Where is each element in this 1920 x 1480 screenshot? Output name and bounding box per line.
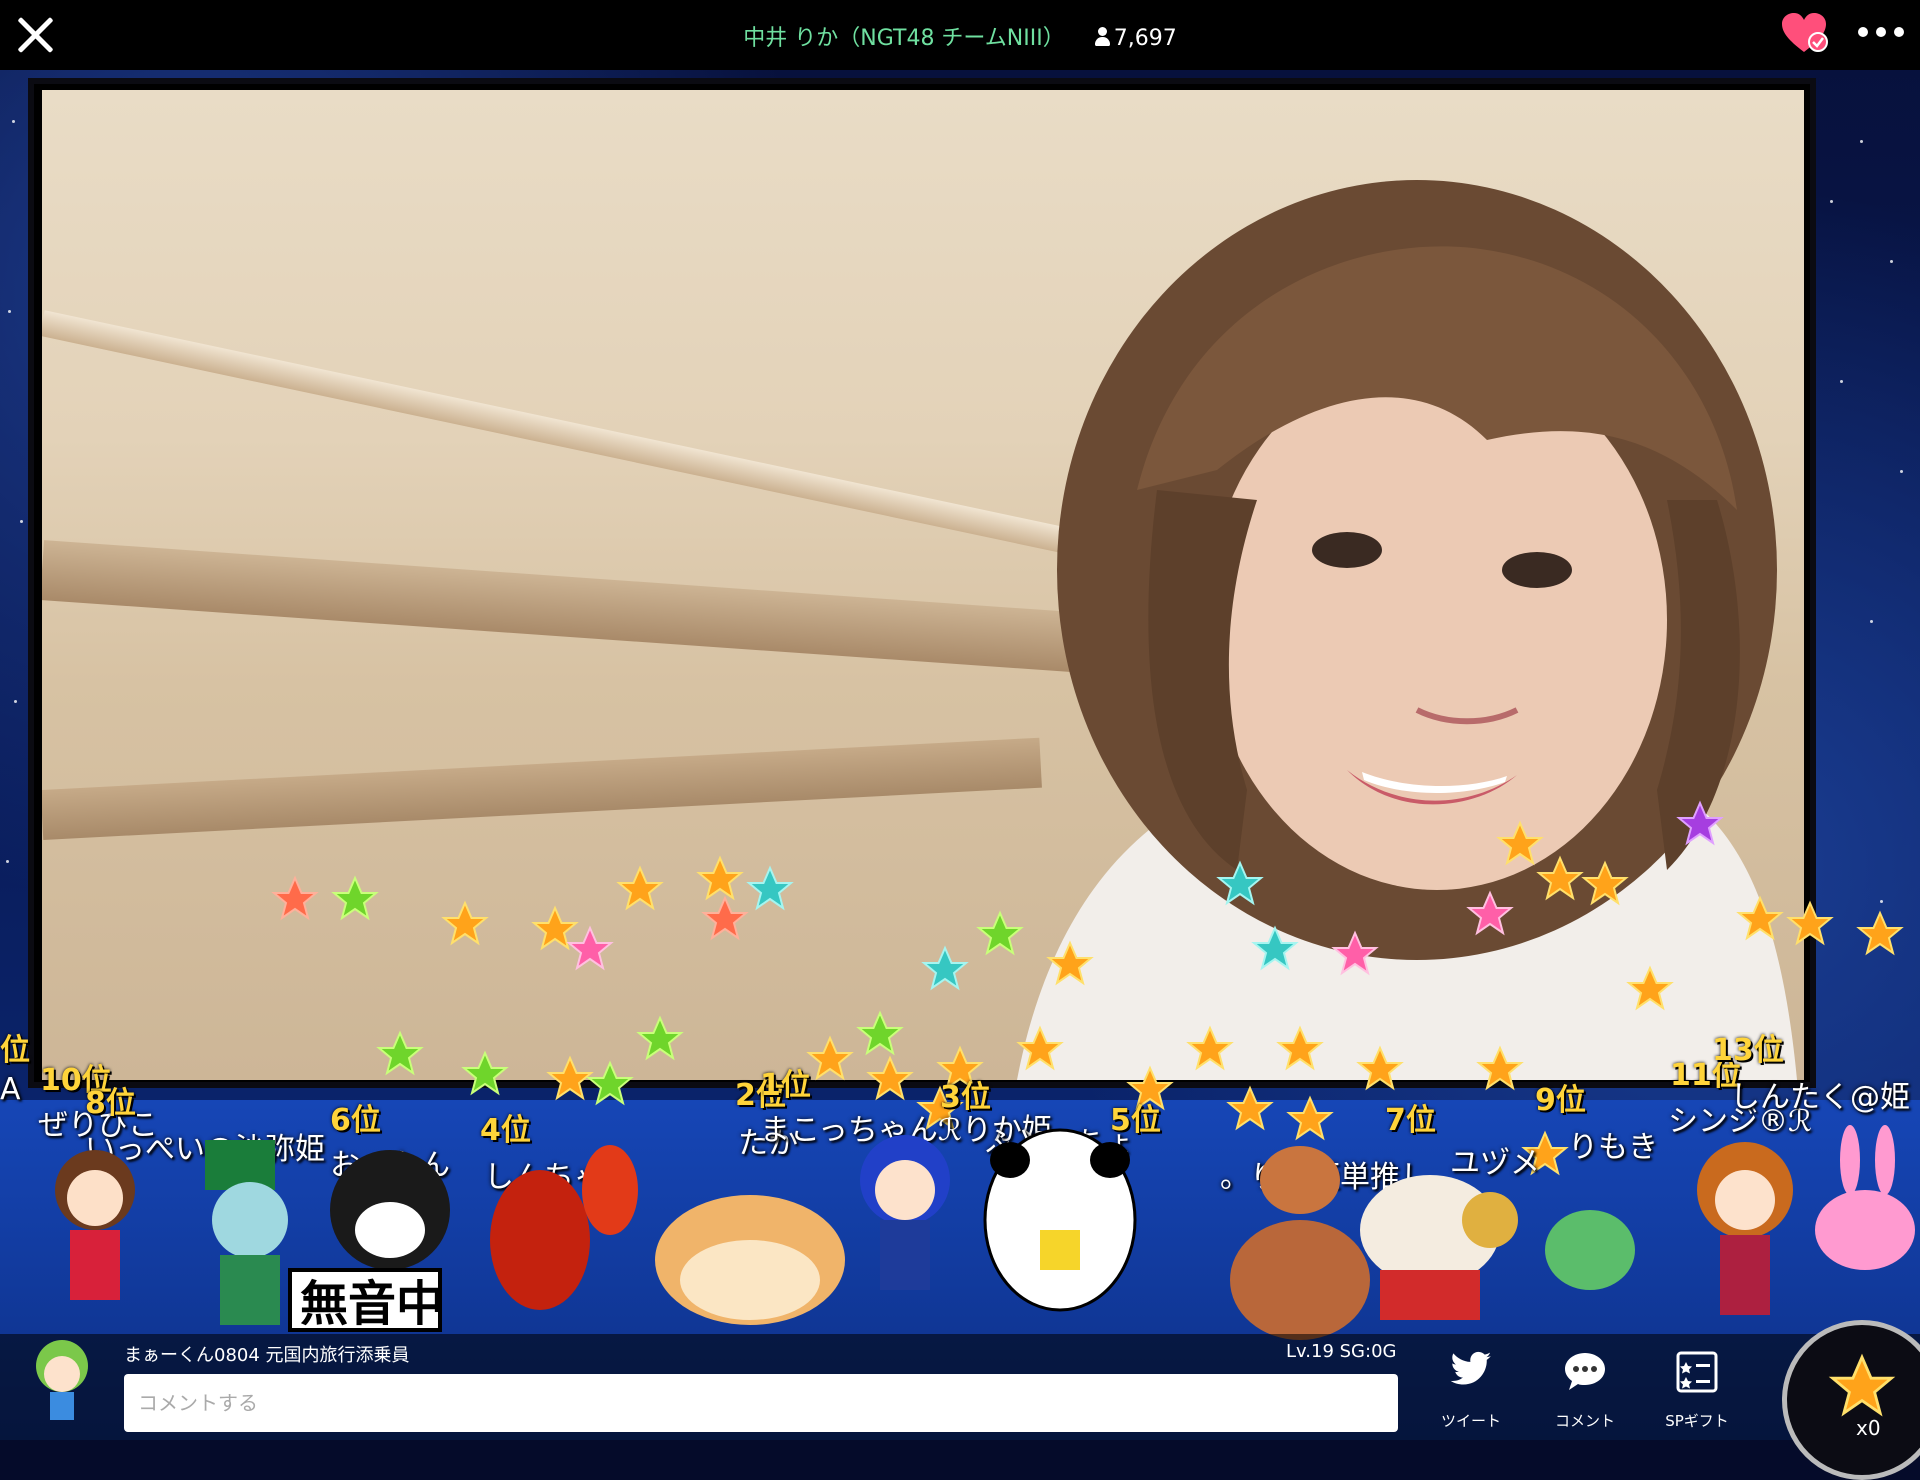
star-icon [1828,1353,1896,1417]
avatar-girl-red [55,1150,135,1300]
avatar-bear: 無音中 [288,1150,450,1332]
rank-user: しんたく@姫 [1730,1080,1910,1115]
avatar-lobster [490,1145,638,1310]
live-video[interactable] [42,90,1804,1080]
viewer-icon [1094,27,1110,47]
rank-label: 8位 [85,1086,136,1121]
tweet-label: ツイート [1440,1412,1501,1430]
rank-label: 13位 [1712,1033,1784,1068]
avatar-sheep [1360,1175,1518,1320]
avatar-capybara [1230,1146,1370,1340]
avatar-pink-bunny [1815,1125,1915,1270]
top-bar: 中井 りか（NGT48 チームNIII） 7,697 [0,0,1920,70]
viewer-count: 7,697 [1113,26,1177,51]
more-icon[interactable] [1858,22,1904,42]
comment-input[interactable] [124,1374,1398,1432]
rank-label: 位 [0,1033,30,1068]
avatar-blue-hair-girl [860,1135,950,1290]
tweet-button[interactable]: ツイート [1423,1350,1519,1434]
user-level: Lv.19 SG:0G [1286,1341,1397,1362]
current-user-name: まぁーくん0804 元国内旅行添乗員 [124,1345,410,1366]
heart-icon[interactable] [1780,12,1828,54]
comment-label: コメント [1554,1412,1615,1430]
avatar-green-monster [1545,1210,1635,1290]
twitter-icon [1450,1351,1492,1385]
avatar-shiba [655,1195,845,1325]
sp-gift-button[interactable]: SPギフト [1649,1350,1745,1434]
avatar-panda [983,1128,1137,1312]
sp-gift-label: SPギフト [1665,1412,1729,1430]
broadcaster-name: 中井 りか（NGT48 チームNIII） [743,26,1065,51]
broadcaster-video-image [1017,180,1797,1080]
rank-user: A [0,1072,21,1107]
sp-gift-icon [1676,1351,1718,1393]
rank-label: 1位 [760,1068,811,1103]
fan-avatars: 無音中 [55,1125,1915,1340]
mute-sign-text: 無音中 [300,1276,444,1332]
rank-label: 3位 [940,1080,991,1115]
comment-icon [1565,1353,1605,1390]
avatar-green-hat [205,1140,288,1325]
star-count: x0 [1856,1416,1881,1440]
user-avatar[interactable] [28,1336,96,1426]
stream-title: 中井 りか（NGT48 チームNIII） 7,697 [0,20,1920,52]
comment-button[interactable]: コメント [1537,1350,1633,1434]
rank-label: 9位 [1535,1083,1586,1118]
avatar-orange-hair-girl [1697,1142,1793,1315]
